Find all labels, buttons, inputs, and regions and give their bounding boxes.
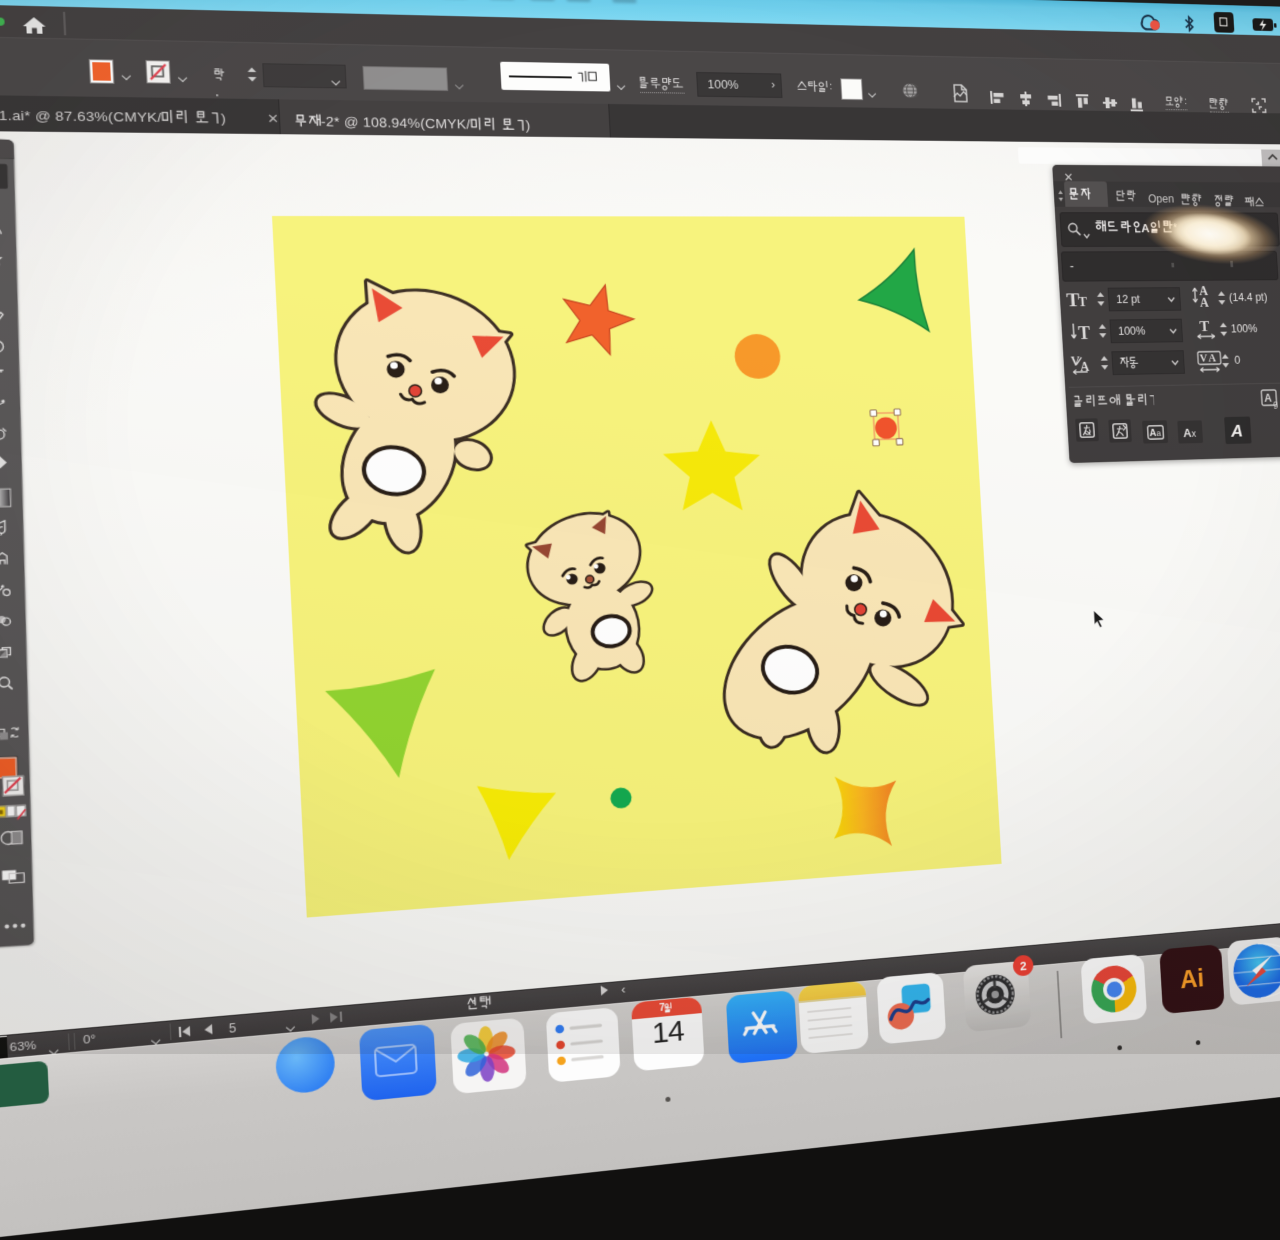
svg-text:g: g [1273,399,1278,409]
svg-text:A: A [1208,352,1217,365]
svg-text:T: T [1078,294,1088,310]
svg-text:T: T [1078,323,1091,343]
svg-text:A: A [1264,392,1273,404]
svg-text:T: T [1199,319,1210,336]
svg-text:A: A [1199,296,1209,310]
svg-text:A: A [1230,422,1244,441]
svg-text:x: x [1191,429,1196,439]
svg-text:V: V [1199,352,1208,365]
svg-text:A: A [1182,426,1191,439]
svg-text:a: a [1156,429,1161,438]
